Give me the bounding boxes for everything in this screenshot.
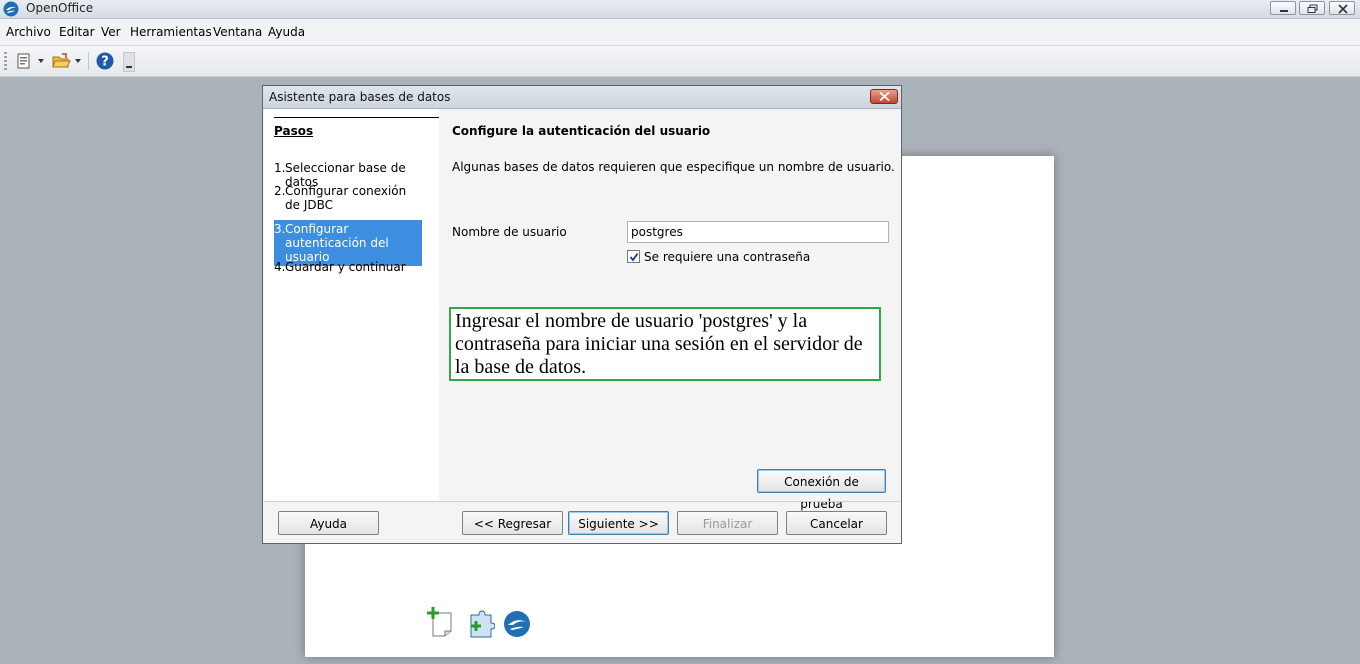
wizard-content-panel: Configure la autenticación del usuario A… (440, 109, 900, 511)
help-icon[interactable]: ? (95, 51, 115, 71)
step-label: Configurar autenticación del usuario (285, 222, 389, 264)
footer-divider (264, 501, 900, 502)
open-dropdown-arrow-icon[interactable] (75, 59, 81, 63)
menu-archivo[interactable]: Archivo (6, 25, 51, 39)
finish-button[interactable]: Finalizar (677, 511, 778, 535)
password-required-checkbox[interactable] (627, 250, 640, 263)
menu-ventana[interactable]: Ventana (213, 25, 262, 39)
step-label: Guardar y continuar (285, 260, 406, 274)
new-dropdown-arrow-icon[interactable] (38, 59, 44, 63)
steps-panel: Pasos 1. Seleccionar base de datos 2. Co… (264, 109, 439, 501)
password-required-label[interactable]: Se requiere una contraseña (644, 250, 810, 264)
menu-bar: Archivo Editar Ver Herramientas Ventana … (0, 19, 1360, 46)
menu-ver[interactable]: Ver (101, 25, 121, 39)
window-title-bar: OpenOffice (0, 0, 1360, 19)
menu-ayuda[interactable]: Ayuda (268, 25, 305, 39)
next-button[interactable]: Siguiente >> (568, 511, 669, 535)
openoffice-logo-icon (3, 1, 19, 17)
back-button[interactable]: << Regresar (462, 511, 563, 535)
test-connection-button[interactable]: Conexión de prueba (757, 469, 886, 511)
window-title: OpenOffice (26, 1, 94, 15)
minimize-button[interactable] (1270, 1, 1296, 15)
steps-header: Pasos (274, 117, 439, 138)
dialog-title: Asistente para bases de datos (269, 90, 451, 104)
close-icon (1338, 4, 1348, 14)
toolbar-overflow-button[interactable] (123, 52, 135, 72)
menu-herramientas[interactable]: Herramientas (130, 25, 212, 39)
username-label: Nombre de usuario (452, 225, 567, 239)
checkmark-icon (629, 252, 639, 262)
content-title: Configure la autenticación del usuario (452, 124, 711, 138)
extension-add-icon[interactable] (467, 609, 495, 639)
open-folder-icon[interactable] (51, 51, 71, 71)
openoffice-logo-icon[interactable] (503, 610, 531, 640)
restore-icon (1307, 4, 1318, 13)
toolbar: ? (0, 46, 1360, 77)
annotation-note: Ingresar el nombre de usuario 'postgres'… (449, 307, 881, 381)
new-document-add-icon[interactable] (427, 607, 455, 637)
toolbar-grip[interactable] (4, 52, 7, 70)
dialog-close-button[interactable] (870, 89, 898, 104)
menu-editar[interactable]: Editar (59, 25, 95, 39)
step-configure-jdbc[interactable]: 2. Configurar conexión de JDBC (274, 184, 422, 212)
cancel-button[interactable]: Cancelar (786, 511, 887, 535)
close-window-button[interactable] (1329, 1, 1355, 15)
content-description: Algunas bases de datos requieren que esp… (452, 160, 895, 174)
database-wizard-dialog: Asistente para bases de datos Pasos 1. S… (262, 85, 902, 544)
toolbar-separator (88, 52, 89, 70)
restore-button[interactable] (1299, 1, 1325, 15)
svg-text:?: ? (101, 55, 109, 70)
dialog-title-bar[interactable]: Asistente para bases de datos (263, 86, 901, 109)
new-document-icon[interactable] (14, 51, 34, 71)
help-button[interactable]: Ayuda (278, 511, 379, 535)
step-save-and-continue[interactable]: 4. Guardar y continuar (274, 260, 422, 274)
username-input[interactable] (627, 221, 889, 243)
step-label: Configurar conexión de JDBC (285, 184, 407, 212)
minimize-icon (1280, 10, 1288, 12)
close-icon (879, 92, 890, 101)
